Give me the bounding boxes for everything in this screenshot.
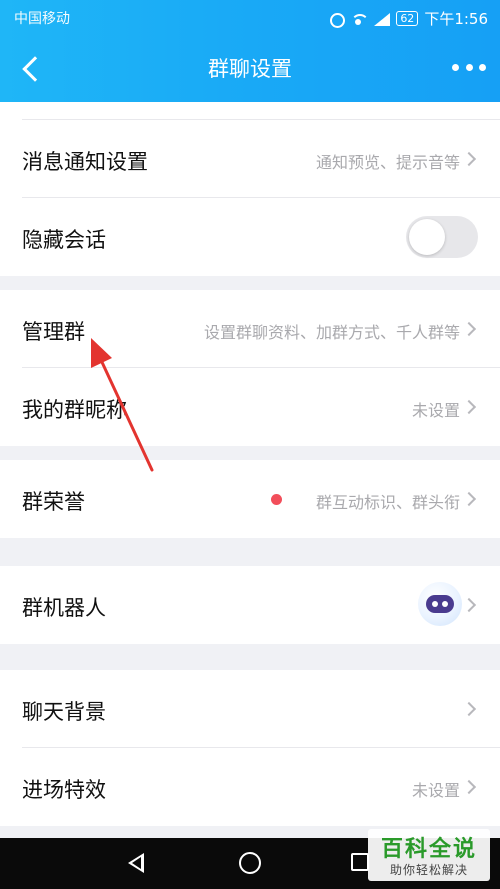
- watermark-logo: 百科全说 助你轻松解决: [368, 829, 490, 881]
- watermark-subtitle: 助你轻松解决: [389, 863, 468, 877]
- system-home-icon[interactable]: [239, 852, 261, 874]
- system-recents-icon[interactable]: [351, 853, 369, 871]
- watermark-title: 百科全说: [380, 837, 477, 862]
- annotation-arrow-icon: [91, 338, 154, 472]
